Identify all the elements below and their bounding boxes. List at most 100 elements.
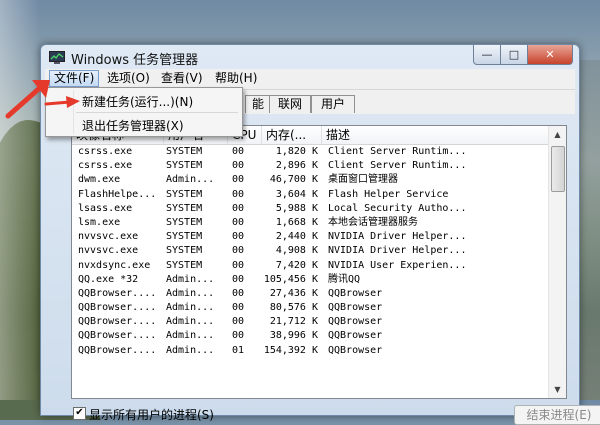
table-row[interactable]: nvxdsync.exe SYSTEM 00 7,420 K NVIDIA User E… — [72, 259, 549, 273]
memory-cell: 27,436 K — [269, 287, 318, 299]
process-name-cell: csrss.exe — [78, 160, 133, 172]
scrollbar-thumb[interactable] — [551, 146, 565, 192]
table-row[interactable]: QQ.exe *32 Admin... 00 105,456 K 腾讯QQ — [72, 273, 549, 287]
user-name-cell: SYSTEM — [166, 259, 203, 271]
description-cell: Client Server Runtim... — [328, 146, 467, 157]
user-name-cell: SYSTEM — [166, 160, 203, 172]
description-cell: QQBrowser — [328, 316, 383, 328]
tab-performance[interactable]: 能 — [245, 95, 271, 113]
user-name-cell: SYSTEM — [166, 146, 203, 157]
user-name-cell: SYSTEM — [166, 188, 203, 200]
process-name-cell: FlashHelpe... — [78, 188, 157, 200]
description-cell: 桌面窗口管理器 — [328, 174, 398, 186]
memory-cell: 154,392 K — [263, 344, 318, 356]
process-name-cell: QQBrowser.... — [78, 287, 157, 299]
process-name-cell: QQBrowser.... — [78, 344, 157, 356]
memory-cell: 2,896 K — [275, 160, 318, 172]
table-row[interactable]: QQBrowser.... Admin... 01 154,392 K QQBrowse… — [72, 344, 549, 358]
description-cell: NVIDIA Driver Helper... — [328, 245, 467, 257]
user-name-cell: Admin... — [166, 273, 215, 285]
table-row[interactable]: QQBrowser.... Admin... 00 38,996 K QQBrowser — [72, 329, 549, 343]
exit-task-manager-menu-item[interactable]: 退出任务管理器(X) — [82, 117, 184, 134]
cpu-cell: 00 — [232, 216, 245, 228]
user-name-cell: Admin... — [166, 330, 215, 342]
memory-cell: 3,604 K — [275, 188, 318, 200]
user-name-cell: Admin... — [166, 302, 215, 314]
window-title: Windows 任务管理器 — [71, 53, 199, 68]
show-all-users-checkbox[interactable]: ✔ — [73, 407, 86, 420]
memory-cell: 5,988 K — [275, 202, 318, 214]
vertical-scrollbar[interactable]: ▲ ▼ — [548, 126, 566, 398]
process-name-cell: QQBrowser.... — [78, 302, 157, 314]
table-row[interactable]: QQBrowser.... Admin... 00 27,436 K QQBrowser — [72, 287, 549, 301]
menu-view[interactable]: 查看(V) — [157, 71, 207, 86]
show-all-users-label[interactable]: 显示所有用户的进程(S) — [89, 406, 214, 423]
table-row[interactable]: QQBrowser.... Admin... 00 21,712 K QQBrowser — [72, 315, 549, 329]
new-task-menu-item[interactable]: 新建任务(运行...)(N) — [82, 93, 193, 110]
user-name-cell: Admin... — [166, 344, 215, 356]
tab-networking[interactable]: 联网 — [269, 95, 311, 113]
cpu-cell: 00 — [232, 160, 245, 172]
cpu-cell: 00 — [232, 231, 245, 243]
process-name-cell: dwm.exe — [78, 174, 121, 186]
red-arrow-icon — [44, 96, 80, 108]
cpu-cell: 00 — [232, 146, 245, 157]
table-row[interactable]: lsass.exe SYSTEM 00 5,988 K Local Security A… — [72, 202, 549, 216]
description-cell: NVIDIA Driver Helper... — [328, 231, 467, 243]
description-cell: Flash Helper Service — [328, 188, 449, 200]
close-button[interactable]: ✕ — [528, 45, 573, 65]
table-row[interactable]: nvvsvc.exe SYSTEM 00 2,440 K NVIDIA Driver H… — [72, 230, 549, 244]
user-name-cell: SYSTEM — [166, 245, 203, 257]
table-row[interactable]: nvvsvc.exe SYSTEM 00 4,908 K NVIDIA Driver H… — [72, 244, 549, 258]
cpu-cell: 00 — [232, 330, 245, 342]
table-row[interactable]: csrss.exe SYSTEM 00 2,896 K Client Server Ru… — [72, 159, 549, 173]
process-name-cell: lsm.exe — [78, 216, 121, 228]
process-name-cell: QQBrowser.... — [78, 330, 157, 342]
process-name-cell: lsass.exe — [78, 202, 133, 214]
process-name-cell: nvvsvc.exe — [78, 231, 139, 243]
scroll-down-icon[interactable]: ▼ — [549, 381, 566, 398]
cpu-cell: 00 — [232, 302, 245, 314]
table-row[interactable]: dwm.exe Admin... 00 46,700 K 桌面窗口管理器 — [72, 173, 549, 187]
menu-help[interactable]: 帮助(H) — [211, 71, 261, 86]
process-rows: csrss.exe SYSTEM 00 1,820 K Client Server Ru… — [72, 145, 549, 358]
column-header-description[interactable]: 描述 — [322, 126, 549, 144]
scroll-up-icon[interactable]: ▲ — [549, 126, 566, 143]
memory-cell: 38,996 K — [269, 330, 318, 342]
description-cell: 本地会话管理器服务 — [328, 216, 418, 228]
process-name-cell: csrss.exe — [78, 146, 133, 157]
table-row[interactable]: FlashHelpe... SYSTEM 00 3,604 K Flash Helper… — [72, 188, 549, 202]
tab-users[interactable]: 用户 — [311, 95, 355, 113]
user-name-cell: SYSTEM — [166, 216, 203, 228]
menu-options[interactable]: 选项(O) — [103, 71, 154, 86]
table-row[interactable]: csrss.exe SYSTEM 00 1,820 K Client Server Ru… — [72, 145, 549, 159]
user-name-cell: Admin... — [166, 174, 215, 186]
user-name-cell: SYSTEM — [166, 202, 203, 214]
description-cell: Local Security Autho... — [328, 202, 467, 214]
description-cell: NVIDIA User Experien... — [328, 259, 467, 271]
memory-cell: 2,440 K — [275, 231, 318, 243]
cpu-cell: 00 — [232, 316, 245, 328]
column-header-memory[interactable]: 内存(... — [262, 126, 322, 144]
memory-cell: 1,820 K — [275, 146, 318, 157]
task-manager-icon — [49, 51, 65, 64]
cpu-cell: 01 — [232, 344, 245, 356]
process-list[interactable]: 映像名称 用户名 CPU 内存(... 描述 csrss.exeSYSTEM00… — [71, 125, 567, 399]
description-cell: QQBrowser — [328, 330, 383, 342]
minimize-button[interactable]: — — [473, 45, 501, 65]
cpu-cell: 00 — [232, 259, 245, 271]
user-name-cell: SYSTEM — [166, 231, 203, 243]
window-controls: — □ ✕ — [473, 45, 573, 65]
wallpaper-mist — [0, 0, 40, 400]
memory-cell: 80,576 K — [269, 302, 318, 314]
table-row[interactable]: QQBrowser.... Admin... 00 80,576 K QQBrowser — [72, 301, 549, 315]
title-bar[interactable]: Windows 任务管理器 — □ ✕ — [41, 45, 579, 69]
cpu-cell: 00 — [232, 273, 245, 285]
cpu-cell: 00 — [232, 245, 245, 257]
memory-cell: 1,668 K — [275, 216, 318, 228]
cpu-cell: 00 — [232, 202, 245, 214]
end-process-button[interactable]: 结束进程(E) — [514, 405, 600, 425]
table-row[interactable]: lsm.exe SYSTEM 00 1,668 K 本地会话管理器服务 — [72, 216, 549, 230]
maximize-button[interactable]: □ — [501, 45, 528, 65]
description-cell: Client Server Runtim... — [328, 160, 467, 172]
